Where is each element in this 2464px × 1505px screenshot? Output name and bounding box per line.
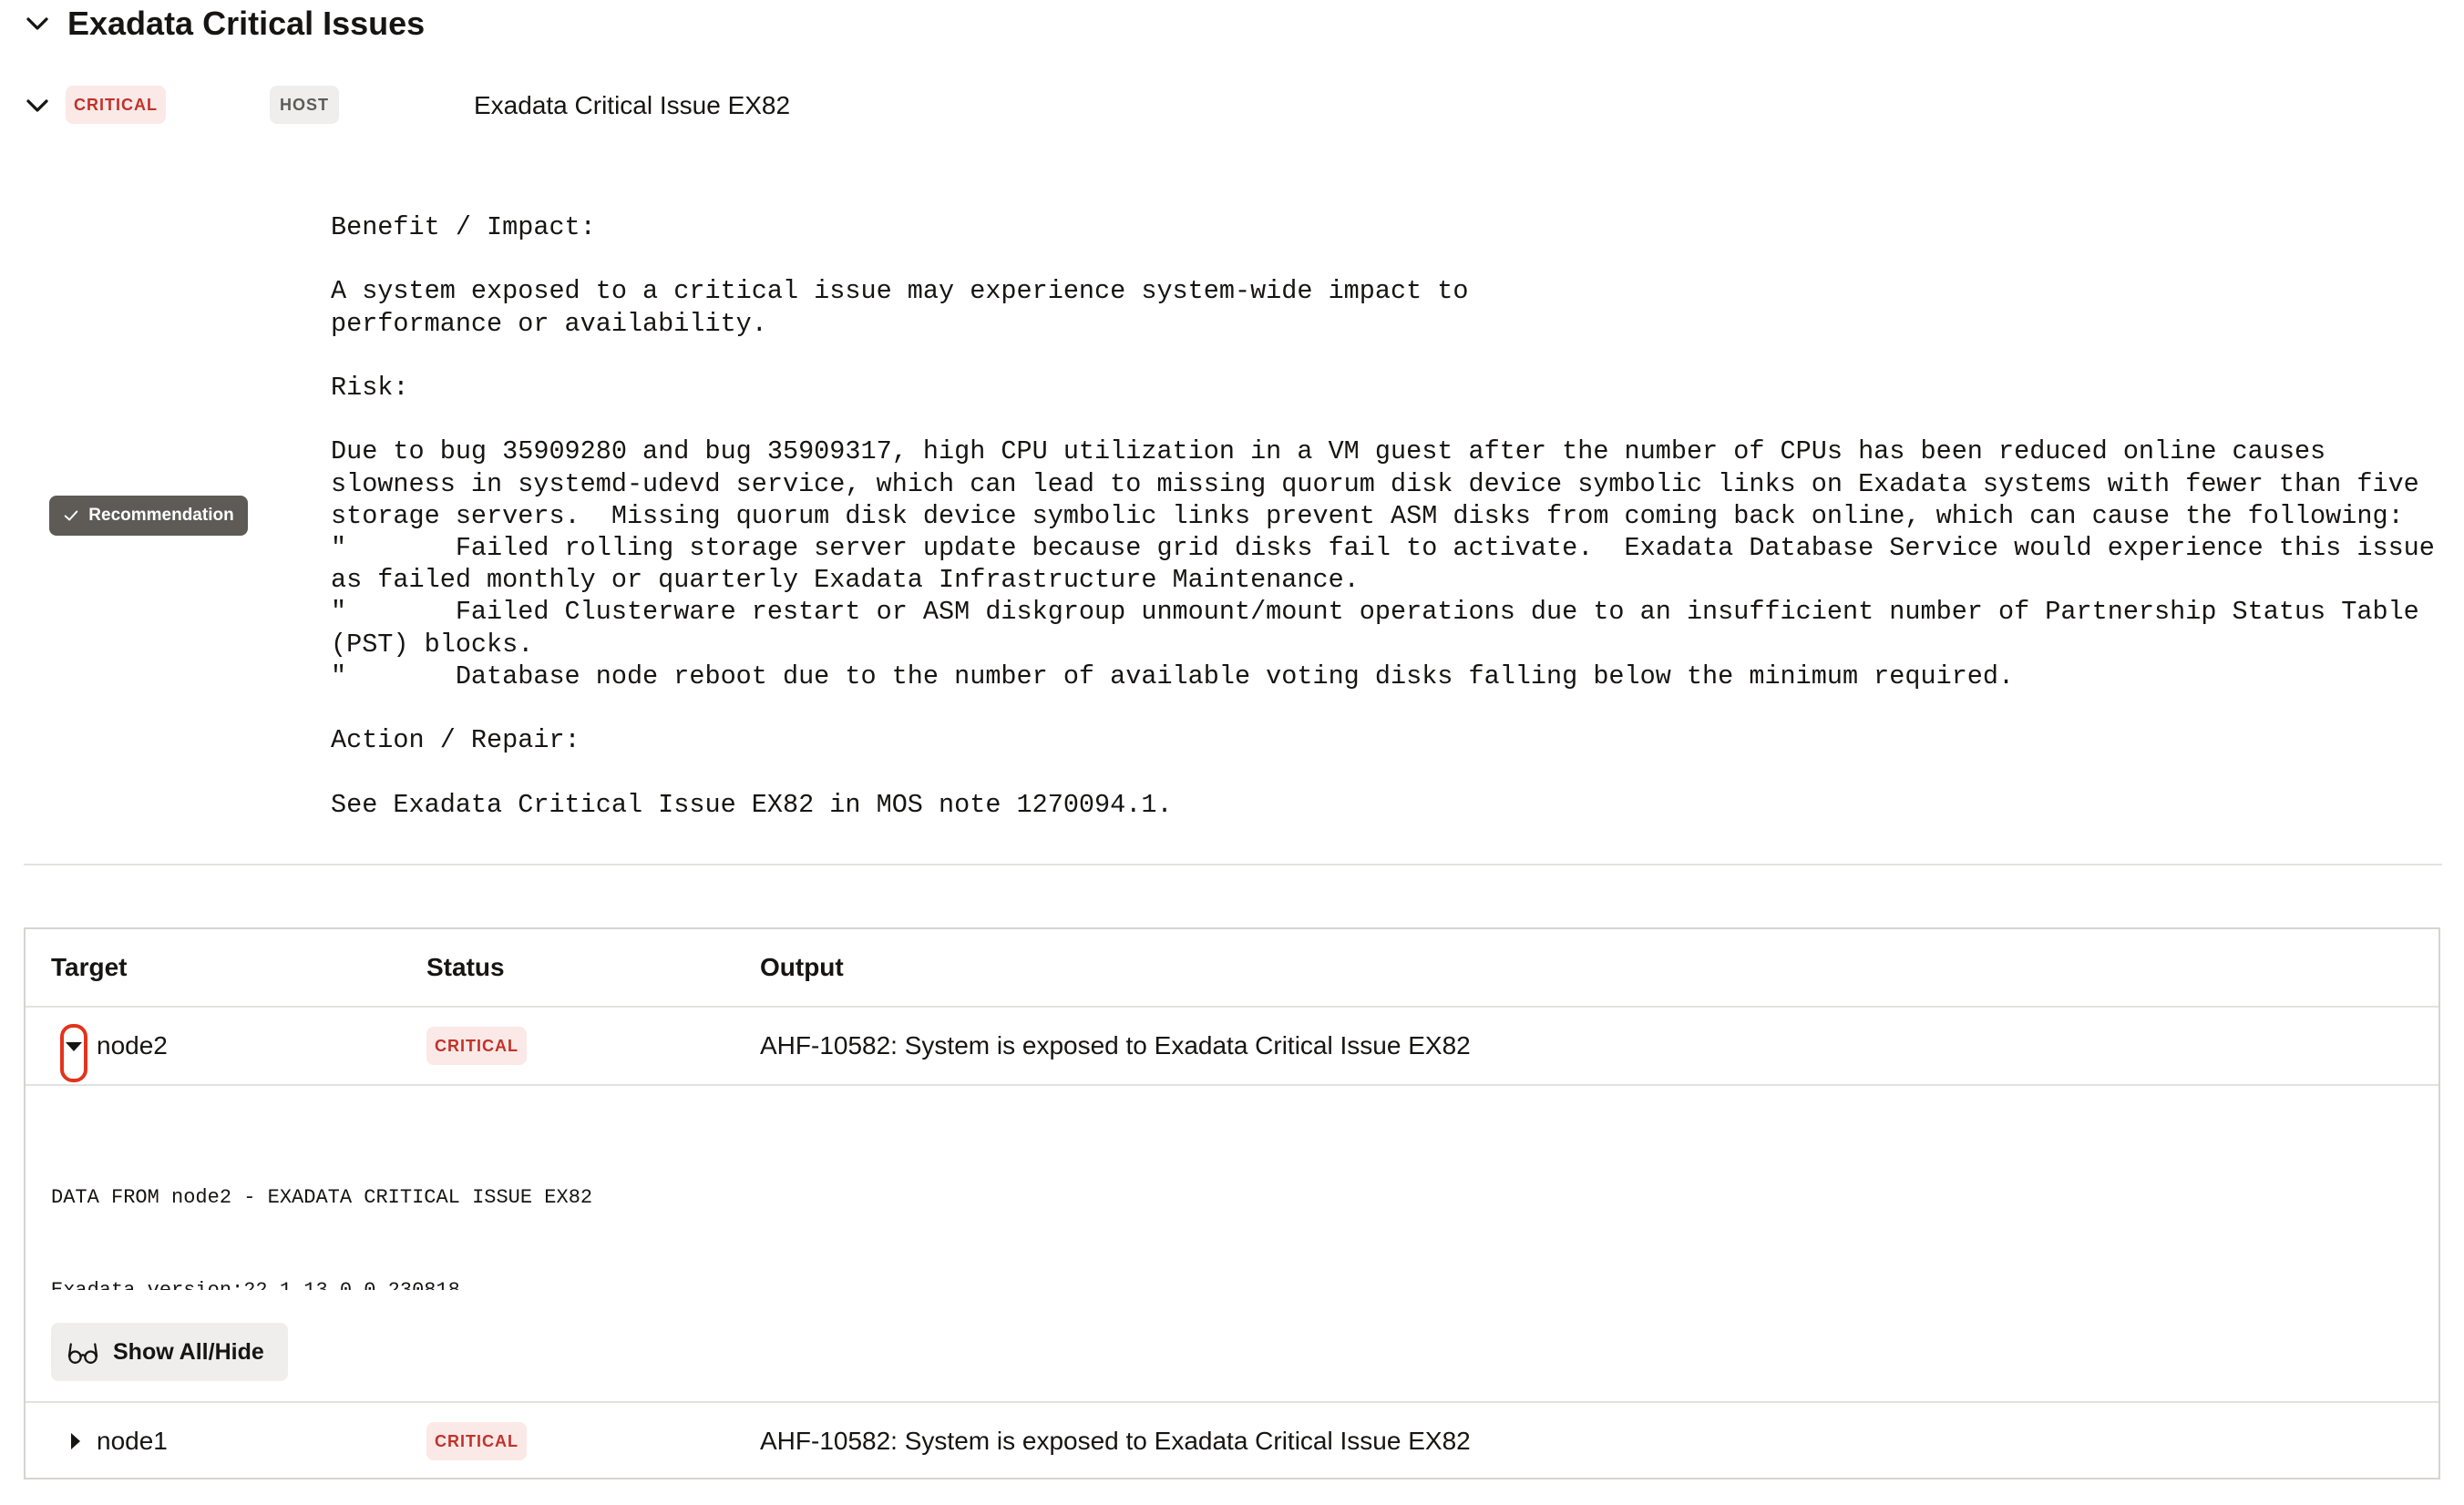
- type-badge: HOST: [270, 86, 339, 124]
- column-header-target[interactable]: Target: [51, 929, 128, 1006]
- table-header: Target Status Output: [26, 929, 2438, 1008]
- chevron-down-icon[interactable]: [24, 10, 51, 37]
- output-cell: AHF-10582: System is exposed to Exadata …: [760, 1427, 1471, 1455]
- page: Exadata Critical Issues CRITICAL HOST Ex…: [0, 0, 2464, 1505]
- show-all-label: Show All/Hide: [113, 1338, 264, 1365]
- table-row[interactable]: node2 CRITICAL AHF-10582: System is expo…: [26, 1008, 2438, 1086]
- caret-right-icon[interactable]: [71, 1433, 80, 1449]
- results-table: Target Status Output node2 CRITICAL AHF-…: [24, 927, 2440, 1479]
- row-detail: DATA FROM node2 - EXADATA CRITICAL ISSUE…: [26, 1086, 2438, 1290]
- recommendation-text: Benefit / Impact: A system exposed to a …: [331, 212, 2435, 820]
- column-header-output[interactable]: Output: [760, 929, 844, 1006]
- show-all-hide-button[interactable]: Show All/Hide: [51, 1323, 288, 1381]
- divider: [24, 864, 2442, 865]
- status-badge: CRITICAL: [426, 1422, 527, 1460]
- output-cell: AHF-10582: System is exposed to Exadata …: [760, 1031, 1471, 1060]
- column-header-status[interactable]: Status: [426, 929, 505, 1006]
- recommendation-label: Recommendation: [88, 506, 234, 525]
- target-cell: node2: [97, 1031, 168, 1060]
- table-row[interactable]: node1 CRITICAL AHF-10582: System is expo…: [26, 1401, 2438, 1479]
- chevron-down-icon[interactable]: [24, 92, 51, 119]
- detail-line: Exadata version:22.1.13.0.0.230818: [51, 1279, 460, 1290]
- glasses-icon: [67, 1343, 98, 1364]
- expand-toggle-focus-ring[interactable]: [60, 1024, 87, 1082]
- detail-line: DATA FROM node2 - EXADATA CRITICAL ISSUE…: [51, 1186, 593, 1209]
- status-badge: CRITICAL: [426, 1027, 527, 1065]
- checkmark-icon: [64, 510, 78, 521]
- section-title: Exadata Critical Issues: [67, 5, 426, 42]
- issue-title: Exadata Critical Issue EX82: [474, 91, 791, 119]
- recommendation-badge: Recommendation: [49, 496, 248, 536]
- section-header[interactable]: Exadata Critical Issues: [24, 0, 425, 47]
- issue-row[interactable]: CRITICAL HOST Exadata Critical Issue EX8…: [24, 86, 2393, 126]
- target-cell: node1: [97, 1427, 168, 1455]
- severity-badge: CRITICAL: [66, 86, 166, 124]
